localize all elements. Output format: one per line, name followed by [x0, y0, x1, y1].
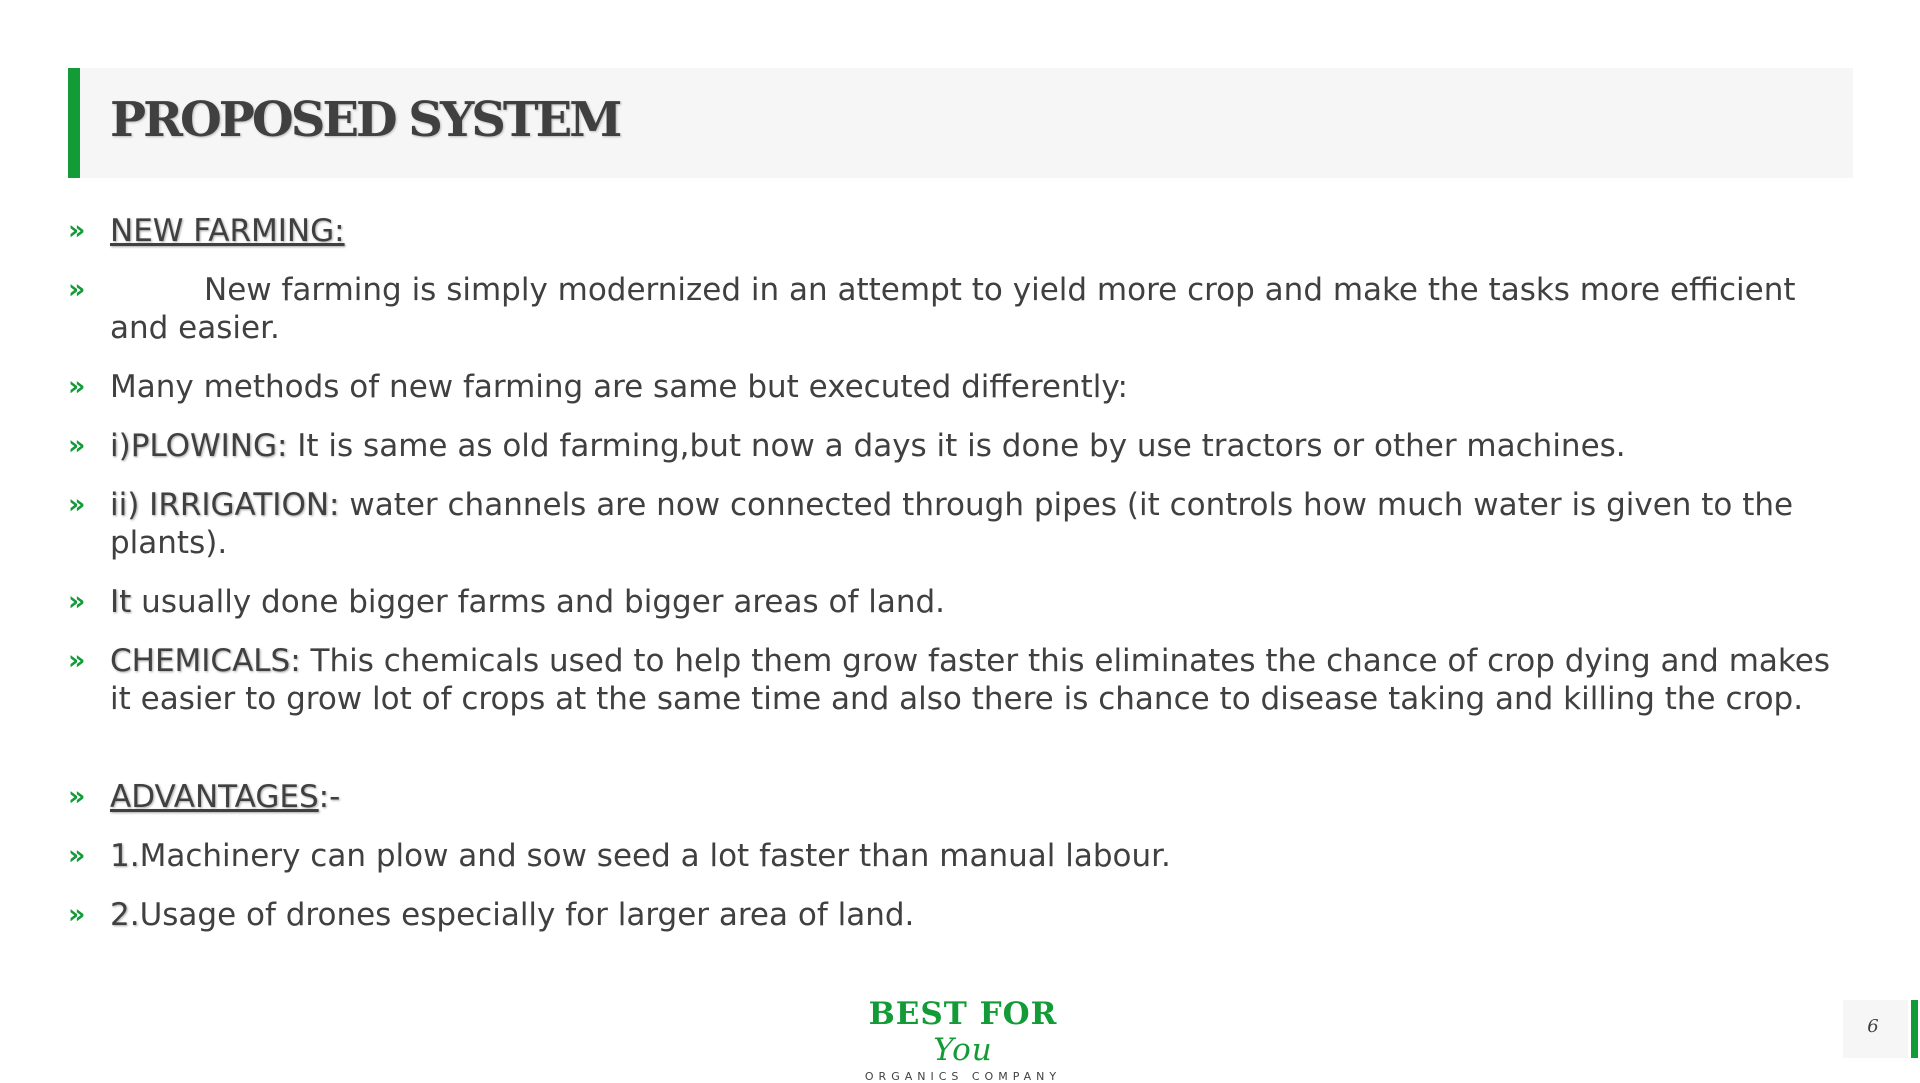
methods-text: Many methods of new farming are same but…	[110, 369, 1128, 405]
bullet-marker-icon: »	[68, 840, 86, 871]
advantage-1-number: 1.	[110, 838, 140, 874]
bullet-new-farming: » NEW FARMING:	[68, 212, 1848, 250]
bullet-irrigation: » ii) IRRIGATION: water channels are now…	[68, 486, 1848, 562]
advantages-suffix: :-	[318, 779, 341, 815]
slide-content: » NEW FARMING: » New farming is simply m…	[68, 212, 1848, 955]
title-accent-bar	[68, 68, 80, 178]
page-number-accent-bar	[1911, 1000, 1918, 1058]
logo-main-text: BEST FOR	[868, 996, 1058, 1032]
new-farming-heading: NEW FARMING:	[110, 213, 345, 249]
bullet-marker-icon: »	[68, 215, 86, 246]
bullet-methods: » Many methods of new farming are same b…	[68, 368, 1848, 406]
bullet-intro: » New farming is simply modernized in an…	[68, 271, 1848, 347]
bullet-marker-icon: »	[68, 274, 86, 305]
logo-script-text: You	[933, 1032, 993, 1068]
bullet-advantages: » ADVANTAGES:-	[68, 778, 1848, 816]
bullet-advantage-1: » 1.Machinery can plow and sow seed a lo…	[68, 837, 1848, 875]
logo-tagline: ORGANICS COMPANY	[864, 1070, 1062, 1083]
irrigation-label: ii) IRRIGATION:	[110, 487, 340, 523]
page-number: 6	[1867, 1016, 1879, 1037]
bullet-plowing: » i)PLOWING: It is same as old farming,b…	[68, 427, 1848, 465]
company-logo: BEST FOR You ORGANICS COMPANY	[843, 996, 1083, 1083]
bullet-marker-icon: »	[68, 371, 86, 402]
chemicals-label: CHEMICALS:	[110, 643, 301, 679]
bullet-marker-icon: »	[68, 899, 86, 930]
irrigation-text: water channels are now connected through…	[110, 487, 1794, 561]
chemicals-text: This chemicals used to help them grow fa…	[110, 643, 1830, 717]
advantage-2-text: Usage of drones especially for larger ar…	[139, 897, 915, 933]
scale-label: It	[110, 584, 132, 620]
plowing-text: It is same as old farming,but now a days…	[287, 428, 1626, 464]
bullet-advantage-2: » 2.Usage of drones especially for large…	[68, 896, 1848, 934]
intro-text: New farming is simply modernized in an a…	[110, 272, 1796, 346]
advantage-1-text: Machinery can plow and sow seed a lot fa…	[139, 838, 1171, 874]
slide-title: PROPOSED SYSTEM	[110, 92, 622, 148]
scale-text: usually done bigger farms and bigger are…	[131, 584, 946, 620]
bullet-marker-icon: »	[68, 489, 86, 520]
advantages-heading: ADVANTAGES	[110, 779, 319, 815]
plowing-label: i)PLOWING:	[110, 428, 288, 464]
bullet-marker-icon: »	[68, 645, 86, 676]
bullet-marker-icon: »	[68, 430, 86, 461]
bullet-chemicals: » CHEMICALS: This chemicals used to help…	[68, 642, 1848, 718]
advantage-2-number: 2.	[110, 897, 140, 933]
page-number-box: 6	[1843, 1000, 1908, 1058]
bullet-marker-icon: »	[68, 586, 86, 617]
bullet-marker-icon: »	[68, 781, 86, 812]
bullet-scale: » It usually done bigger farms and bigge…	[68, 583, 1848, 621]
logo-wordmark: BEST FOR You	[843, 996, 1083, 1068]
